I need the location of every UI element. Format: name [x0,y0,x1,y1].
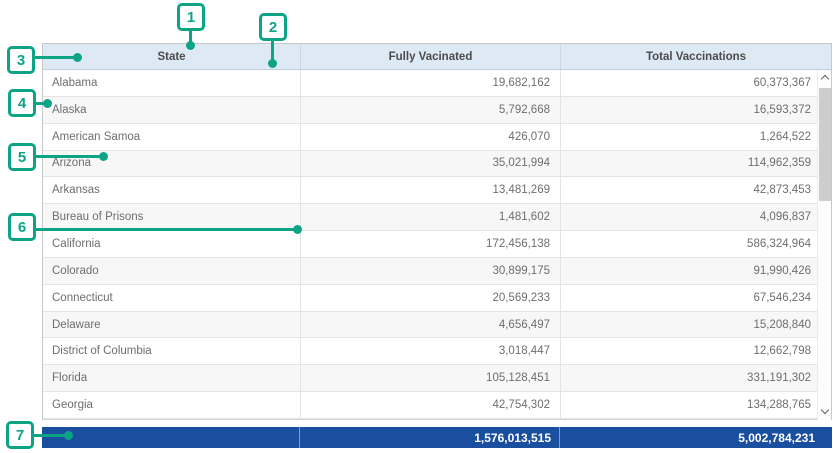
cell-fully-vaccinated: 3,018,447 [301,338,561,364]
cell-state: Connecticut [43,285,301,311]
cell-fully-vaccinated: 42,754,302 [301,392,561,418]
scrollbar-thumb[interactable] [819,88,831,201]
cell-fully-vaccinated: 426,070 [301,124,561,150]
column-header-total-vaccinations[interactable]: Total Vaccinations [561,44,831,69]
cell-fully-vaccinated: 1,481,602 [301,204,561,230]
cell-fully-vaccinated: 5,792,668 [301,97,561,123]
scroll-up-button[interactable] [818,70,832,86]
callout-4-dot [43,99,52,108]
callout-3-dot [73,53,82,62]
table-row[interactable]: Florida 105,128,451 331,191,302 [43,365,831,392]
callout-1-badge: 1 [177,3,205,31]
callout-7-stem [34,434,68,437]
cell-state: Colorado [43,258,301,284]
cell-total-vaccinations: 586,324,964 [561,231,831,257]
table-row[interactable]: Colorado 30,899,175 91,990,426 [43,258,831,285]
callout-5-dot [99,152,108,161]
cell-total-vaccinations: 67,546,234 [561,285,831,311]
column-header-fully-vaccinated[interactable]: Fully Vacinated [301,44,561,69]
screenshot-stage: State Fully Vacinated Total Vaccinations… [0,0,833,453]
table-row[interactable]: Arizona 35,021,994 114,962,359 [43,151,831,178]
cell-total-vaccinations: 331,191,302 [561,365,831,391]
vertical-scrollbar[interactable] [817,70,831,420]
cell-state: Delaware [43,312,301,338]
cell-state: Alaska [43,97,301,123]
cell-state: American Samoa [43,124,301,150]
cell-state: Alabama [43,70,301,96]
callout-5-stem [36,155,103,158]
callout-2-dot [268,59,277,68]
attribute-table: State Fully Vacinated Total Vaccinations… [42,43,832,420]
table-row[interactable]: District of Columbia 3,018,447 12,662,79… [43,338,831,365]
cell-total-vaccinations: 4,096,837 [561,204,831,230]
cell-state: Florida [43,365,301,391]
table-row[interactable]: Alabama 19,682,162 60,373,367 [43,70,831,97]
cell-fully-vaccinated: 13,481,269 [301,177,561,203]
chevron-up-icon [821,75,829,83]
callout-6-badge: 6 [8,213,36,241]
cell-total-vaccinations: 114,962,359 [561,151,831,177]
cell-state: District of Columbia [43,338,301,364]
table-body: Alabama 19,682,162 60,373,367 Alaska 5,7… [42,70,832,420]
cell-total-vaccinations: 16,593,372 [561,97,831,123]
cell-total-vaccinations: 134,288,765 [561,392,831,418]
cell-fully-vaccinated: 30,899,175 [301,258,561,284]
cell-state: California [43,231,301,257]
cell-total-vaccinations: 12,662,798 [561,338,831,364]
cell-fully-vaccinated: 35,021,994 [301,151,561,177]
callout-3-badge: 3 [7,46,35,74]
table-row[interactable]: California 172,456,138 586,324,964 [43,231,831,258]
cell-fully-vaccinated: 172,456,138 [301,231,561,257]
table-row[interactable]: Arkansas 13,481,269 42,873,453 [43,177,831,204]
cell-total-vaccinations: 91,990,426 [561,258,831,284]
callout-7-badge: 7 [6,421,34,449]
callout-4-badge: 4 [8,89,36,117]
callout-5-badge: 5 [8,143,36,171]
scroll-down-button[interactable] [818,404,832,420]
cell-fully-vaccinated: 19,682,162 [301,70,561,96]
cell-total-vaccinations: 15,208,840 [561,312,831,338]
summary-fully-vaccinated-total: 1,576,013,515 [300,427,560,448]
callout-1-dot [186,41,195,50]
table-row[interactable]: American Samoa 426,070 1,264,522 [43,124,831,151]
cell-state: Bureau of Prisons [43,204,301,230]
callout-7-dot [64,431,73,440]
cell-total-vaccinations: 60,373,367 [561,70,831,96]
cell-total-vaccinations: 42,873,453 [561,177,831,203]
callout-3-stem [35,56,77,59]
chevron-down-icon [821,406,829,414]
table-header-row: State Fully Vacinated Total Vaccinations [42,43,832,70]
callout-2-badge: 2 [259,13,287,41]
callout-6-dot [293,225,302,234]
callout-6-stem [36,228,297,231]
cell-fully-vaccinated: 4,656,497 [301,312,561,338]
summary-state-cell [42,427,300,448]
table-row[interactable]: Delaware 4,656,497 15,208,840 [43,312,831,339]
table-row[interactable]: Connecticut 20,569,233 67,546,234 [43,285,831,312]
cell-fully-vaccinated: 105,128,451 [301,365,561,391]
summary-row: 1,576,013,515 5,002,784,231 [42,427,832,448]
cell-state: Arkansas [43,177,301,203]
summary-total-vaccinations-total: 5,002,784,231 [560,427,832,448]
table-row[interactable]: Alaska 5,792,668 16,593,372 [43,97,831,124]
cell-fully-vaccinated: 20,569,233 [301,285,561,311]
cell-state: Georgia [43,392,301,418]
cell-total-vaccinations: 1,264,522 [561,124,831,150]
table-row[interactable]: Georgia 42,754,302 134,288,765 [43,392,831,419]
